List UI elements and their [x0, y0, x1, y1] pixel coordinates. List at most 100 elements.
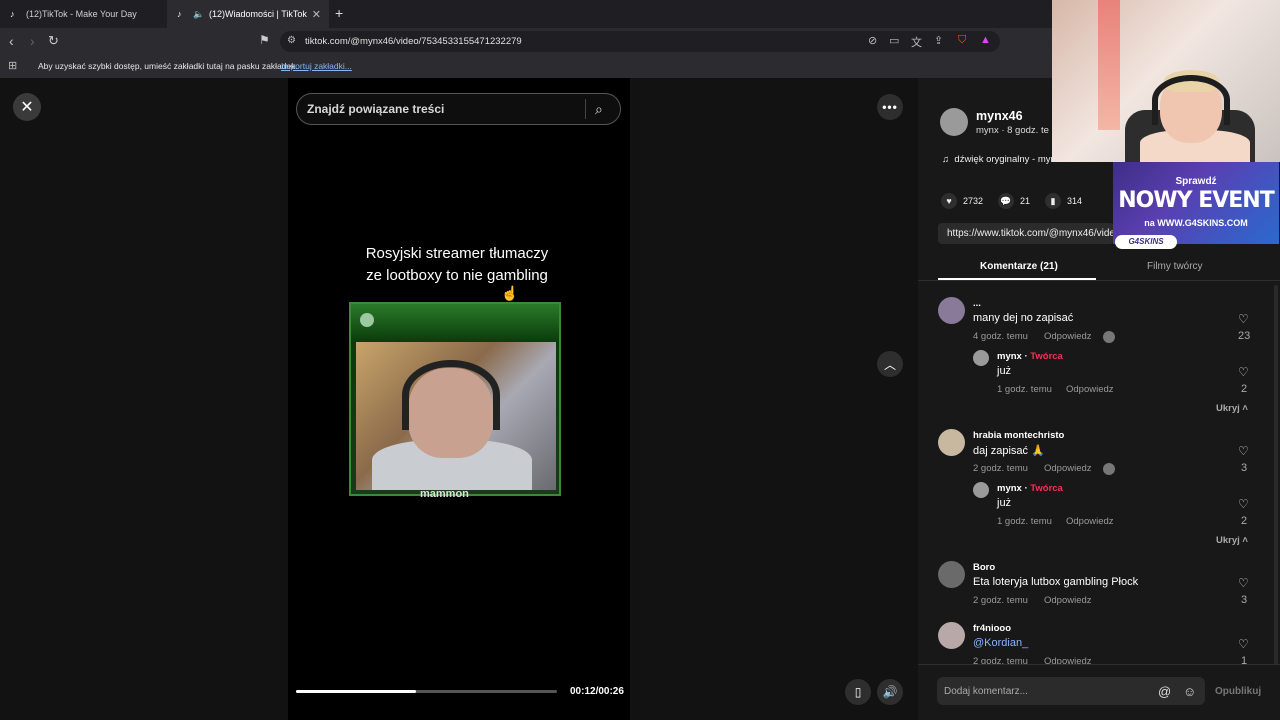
- comment-author[interactable]: ...: [973, 298, 981, 309]
- bookmark-icon[interactable]: ⚑: [259, 33, 270, 47]
- comment-stat[interactable]: 💬 21: [998, 193, 1030, 209]
- tab-title: (12)TikTok - Make Your Day: [26, 9, 137, 19]
- previous-video-button[interactable]: ︿: [877, 351, 903, 377]
- creator-tag: Twórca: [1030, 483, 1063, 494]
- chevron-up-icon: ˄: [1242, 403, 1248, 414]
- comment-text: już: [997, 497, 1012, 509]
- heart-icon[interactable]: ♡: [1238, 312, 1249, 326]
- creator-liked-avatar: [1103, 331, 1115, 343]
- caption-line: Rosyjski streamer tłumaczy: [365, 245, 549, 262]
- translate-icon[interactable]: 文: [911, 34, 922, 50]
- creator-liked-avatar: [1103, 463, 1115, 475]
- like-stat[interactable]: ♥ 2732: [941, 193, 983, 209]
- stream-label: mammon: [420, 488, 469, 500]
- comment-text: już: [997, 365, 1012, 377]
- more-icon: •••: [882, 100, 898, 114]
- music-title: dźwięk oryginalny - mynx: [954, 154, 1061, 165]
- url-text[interactable]: tiktok.com/@mynx46/video/753453315547123…: [305, 36, 522, 47]
- share-icon[interactable]: ⇪: [934, 34, 943, 47]
- comments-scrollbar[interactable]: [1274, 285, 1278, 665]
- search-icon[interactable]: ⌕: [595, 101, 603, 118]
- comment-time: 1 godz. temu: [997, 384, 1052, 395]
- avatar[interactable]: [938, 622, 965, 649]
- tab-title: (12)Wiadomości | TikTok: [209, 9, 307, 19]
- hide-replies-button[interactable]: Ukryj ˄: [1216, 535, 1248, 546]
- volume-icon: 🔊: [882, 685, 898, 699]
- comment-author[interactable]: Boro: [973, 562, 995, 573]
- close-video-button[interactable]: ✕: [13, 93, 41, 121]
- pip-button[interactable]: ▯: [845, 679, 871, 705]
- apps-grid-icon[interactable]: ⊞: [8, 59, 17, 72]
- comment-time: 2 godz. temu: [973, 463, 1028, 474]
- reply-author[interactable]: mynx · Twórca: [997, 351, 1063, 362]
- reload-icon[interactable]: ↻: [48, 33, 59, 49]
- reply-button[interactable]: Odpowiedz: [1044, 463, 1092, 474]
- ad-line: na WWW.G4SKINS.COM: [1144, 218, 1248, 228]
- volume-button[interactable]: 🔊: [877, 679, 903, 705]
- reply-button[interactable]: Odpowiedz: [1044, 331, 1092, 342]
- comment-like-count: 3: [1241, 462, 1248, 474]
- reply-author[interactable]: mynx · Twórca: [997, 483, 1063, 494]
- comment-time: 2 godz. temu: [973, 595, 1028, 606]
- avatar[interactable]: [938, 429, 965, 456]
- avatar[interactable]: [973, 482, 989, 498]
- reply-button[interactable]: Odpowiedz: [1066, 516, 1114, 527]
- close-tab-icon[interactable]: ✕: [312, 8, 321, 21]
- more-options-button[interactable]: •••: [877, 94, 903, 120]
- comment-like-count: 2: [1241, 515, 1248, 527]
- eye-off-icon[interactable]: ⊘: [868, 34, 877, 47]
- author-name[interactable]: mynx46: [976, 109, 1023, 123]
- reply-button[interactable]: Odpowiedz: [1044, 595, 1092, 606]
- music-info[interactable]: ♫ dźwięk oryginalny - mynx: [942, 154, 1061, 165]
- ad-headline: NOWY EVENT: [1118, 188, 1274, 213]
- new-tab-button[interactable]: +: [335, 5, 343, 21]
- hide-replies-button[interactable]: Ukryj ˄: [1216, 403, 1248, 414]
- comment-time: 4 godz. temu: [973, 331, 1028, 342]
- chevron-up-icon: ︿: [883, 357, 896, 372]
- mention-icon[interactable]: @: [1158, 684, 1171, 699]
- save-stat[interactable]: ▮ 314: [1045, 193, 1082, 209]
- rewards-icon[interactable]: ▲: [980, 34, 991, 46]
- avatar[interactable]: [938, 297, 965, 324]
- browser-tab-active[interactable]: ♪ 🔈 (12)Wiadomości | TikTok ✕: [167, 0, 329, 28]
- ad-line: Sprawdź: [1175, 176, 1217, 187]
- cast-icon[interactable]: ▭: [889, 34, 899, 47]
- chevron-up-icon: ˄: [1242, 535, 1248, 546]
- back-icon[interactable]: ‹: [9, 33, 14, 49]
- reply-button[interactable]: Odpowiedz: [1066, 384, 1114, 395]
- avatar[interactable]: [938, 561, 965, 588]
- comment-like-count: 2: [1241, 383, 1248, 395]
- headset-icon: [402, 360, 500, 430]
- comment-count: 21: [1020, 196, 1031, 206]
- comment-text: many dej no zapisać: [973, 312, 1074, 324]
- video-link[interactable]: https://www.tiktok.com/@mynx46/video/753…: [947, 228, 1113, 239]
- comment-text[interactable]: @Kordian_: [973, 637, 1028, 649]
- avatar[interactable]: [940, 108, 968, 136]
- heart-icon[interactable]: ♡: [1238, 365, 1249, 379]
- heart-icon[interactable]: ♡: [1238, 576, 1249, 590]
- import-bookmarks-link[interactable]: Importuj zakładki...: [281, 61, 352, 71]
- forward-icon[interactable]: ›: [30, 33, 35, 49]
- publish-button[interactable]: Opublikuj: [1215, 686, 1261, 697]
- search-input[interactable]: Znajdź powiązane treści: [307, 102, 444, 116]
- heart-icon[interactable]: ♡: [1238, 444, 1249, 458]
- emoji-icon[interactable]: ☺: [1183, 684, 1196, 699]
- progress-fill: [296, 690, 417, 693]
- tab-comments[interactable]: Komentarze (21): [980, 261, 1058, 272]
- comment-author[interactable]: hrabia montechristo: [973, 430, 1064, 441]
- heart-icon[interactable]: ♡: [1238, 637, 1249, 651]
- site-info-icon[interactable]: ⚙: [287, 35, 296, 46]
- headset-icon: [1152, 75, 1230, 125]
- like-count: 2732: [963, 196, 984, 206]
- heart-icon[interactable]: ♡: [1238, 497, 1249, 511]
- browser-tab[interactable]: ♪ (12)TikTok - Make Your Day: [0, 0, 166, 28]
- tiktok-icon: ♪: [10, 9, 15, 19]
- comment-placeholder[interactable]: Dodaj komentarz...: [944, 686, 1028, 697]
- hide-label: Ukryj: [1216, 403, 1240, 414]
- tab-creator-videos[interactable]: Filmy twórcy: [1147, 261, 1203, 272]
- brave-shield-icon[interactable]: ⛉: [958, 34, 966, 47]
- comment-author[interactable]: fr4niooo: [973, 623, 1011, 634]
- comment-text: daj zapisać 🙏: [973, 445, 1045, 457]
- avatar[interactable]: [973, 350, 989, 366]
- close-icon: ✕: [20, 99, 34, 116]
